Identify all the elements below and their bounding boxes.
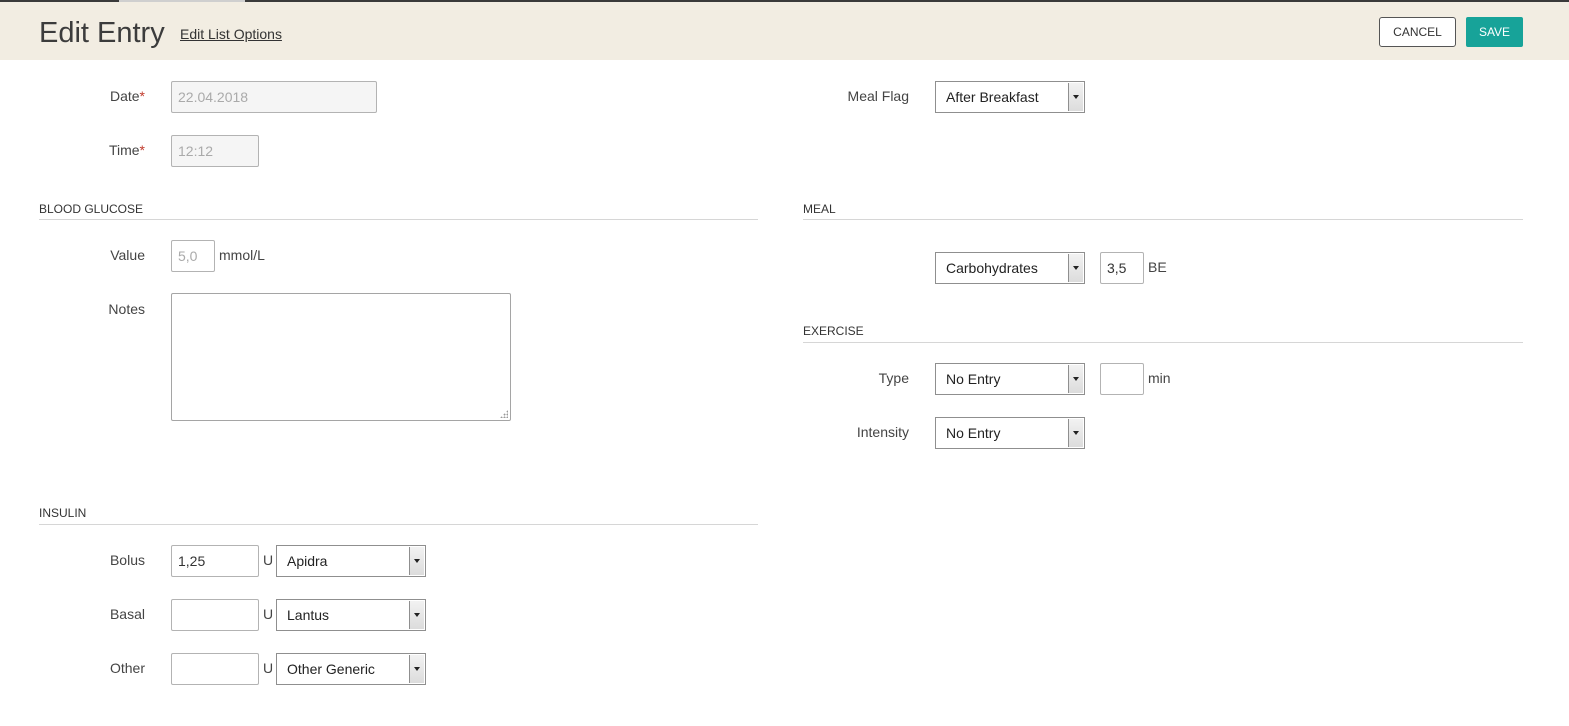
date-required-mark: * xyxy=(139,88,145,104)
cancel-button[interactable]: CANCEL xyxy=(1379,17,1456,47)
exercise-type-select[interactable]: No Entry xyxy=(935,363,1085,395)
save-button[interactable]: SAVE xyxy=(1466,17,1523,47)
exercise-divider xyxy=(803,342,1523,343)
other-insulin-type-value: Other Generic xyxy=(287,661,375,677)
exercise-intensity-value: No Entry xyxy=(946,425,1001,441)
time-required-mark: * xyxy=(139,142,145,158)
insulin-divider xyxy=(39,524,758,525)
basal-type-select[interactable]: Lantus xyxy=(276,599,426,631)
exercise-intensity-label: Intensity xyxy=(856,424,909,440)
exercise-duration-unit: min xyxy=(1148,370,1171,386)
bolus-type-value: Apidra xyxy=(287,553,328,569)
meal-flag-label: Meal Flag xyxy=(847,88,909,104)
meal-amount-input[interactable]: 3,5 xyxy=(1100,252,1144,284)
chevron-down-icon xyxy=(409,655,424,683)
bolus-type-select[interactable]: Apidra xyxy=(276,545,426,577)
time-label-text: Time xyxy=(108,142,140,158)
exercise-type-label: Type xyxy=(878,370,909,386)
other-insulin-type-select[interactable]: Other Generic xyxy=(276,653,426,685)
basal-type-value: Lantus xyxy=(287,607,330,623)
notes-textarea[interactable] xyxy=(171,293,511,421)
meal-unit: BE xyxy=(1148,259,1167,275)
resize-grip-icon[interactable] xyxy=(500,410,508,418)
exercise-intensity-select[interactable]: No Entry xyxy=(935,417,1085,449)
date-label: Date* xyxy=(60,88,145,104)
meal-divider xyxy=(803,219,1523,220)
chevron-down-icon xyxy=(409,547,424,575)
meal-flag-select[interactable]: After Breakfast xyxy=(935,81,1085,113)
glucose-value-label: Value xyxy=(110,247,145,263)
meal-type-select[interactable]: Carbohydrates xyxy=(935,252,1085,284)
blood-glucose-heading: BLOOD GLUCOSE xyxy=(39,202,144,216)
chevron-down-icon xyxy=(1068,365,1083,393)
blood-glucose-divider xyxy=(39,219,758,220)
other-insulin-unit: U xyxy=(263,660,274,676)
notes-label: Notes xyxy=(108,301,145,317)
meal-flag-value: After Breakfast xyxy=(946,89,1039,105)
chevron-down-icon xyxy=(1068,419,1083,447)
chevron-down-icon xyxy=(1068,83,1083,111)
glucose-unit: mmol/L xyxy=(219,247,265,263)
header-bar: Edit Entry Edit List Options CANCEL SAVE xyxy=(0,2,1569,60)
basal-label: Basal xyxy=(109,606,145,622)
meal-heading: MEAL xyxy=(803,202,836,216)
bolus-unit: U xyxy=(263,552,274,568)
other-insulin-label: Other xyxy=(109,660,145,676)
chevron-down-icon xyxy=(1068,254,1083,282)
other-insulin-amount-input[interactable] xyxy=(171,653,259,685)
bolus-label: Bolus xyxy=(109,552,145,568)
edit-list-options-link[interactable]: Edit List Options xyxy=(180,26,282,42)
exercise-duration-input[interactable] xyxy=(1100,363,1144,395)
time-label: Time* xyxy=(60,142,145,158)
page-title: Edit Entry xyxy=(39,17,165,49)
date-field[interactable]: 22.04.2018 xyxy=(171,81,377,113)
chevron-down-icon xyxy=(409,601,424,629)
exercise-heading: EXERCISE xyxy=(803,324,864,338)
time-field[interactable]: 12:12 xyxy=(171,135,259,167)
bolus-amount-input[interactable]: 1,25 xyxy=(171,545,259,577)
insulin-heading: INSULIN xyxy=(39,506,87,520)
date-label-text: Date xyxy=(109,88,140,104)
meal-type-value: Carbohydrates xyxy=(946,260,1038,276)
basal-amount-input[interactable] xyxy=(171,599,259,631)
glucose-value-input[interactable]: 5,0 xyxy=(171,240,215,272)
exercise-type-value: No Entry xyxy=(946,371,1001,387)
basal-unit: U xyxy=(263,606,274,622)
